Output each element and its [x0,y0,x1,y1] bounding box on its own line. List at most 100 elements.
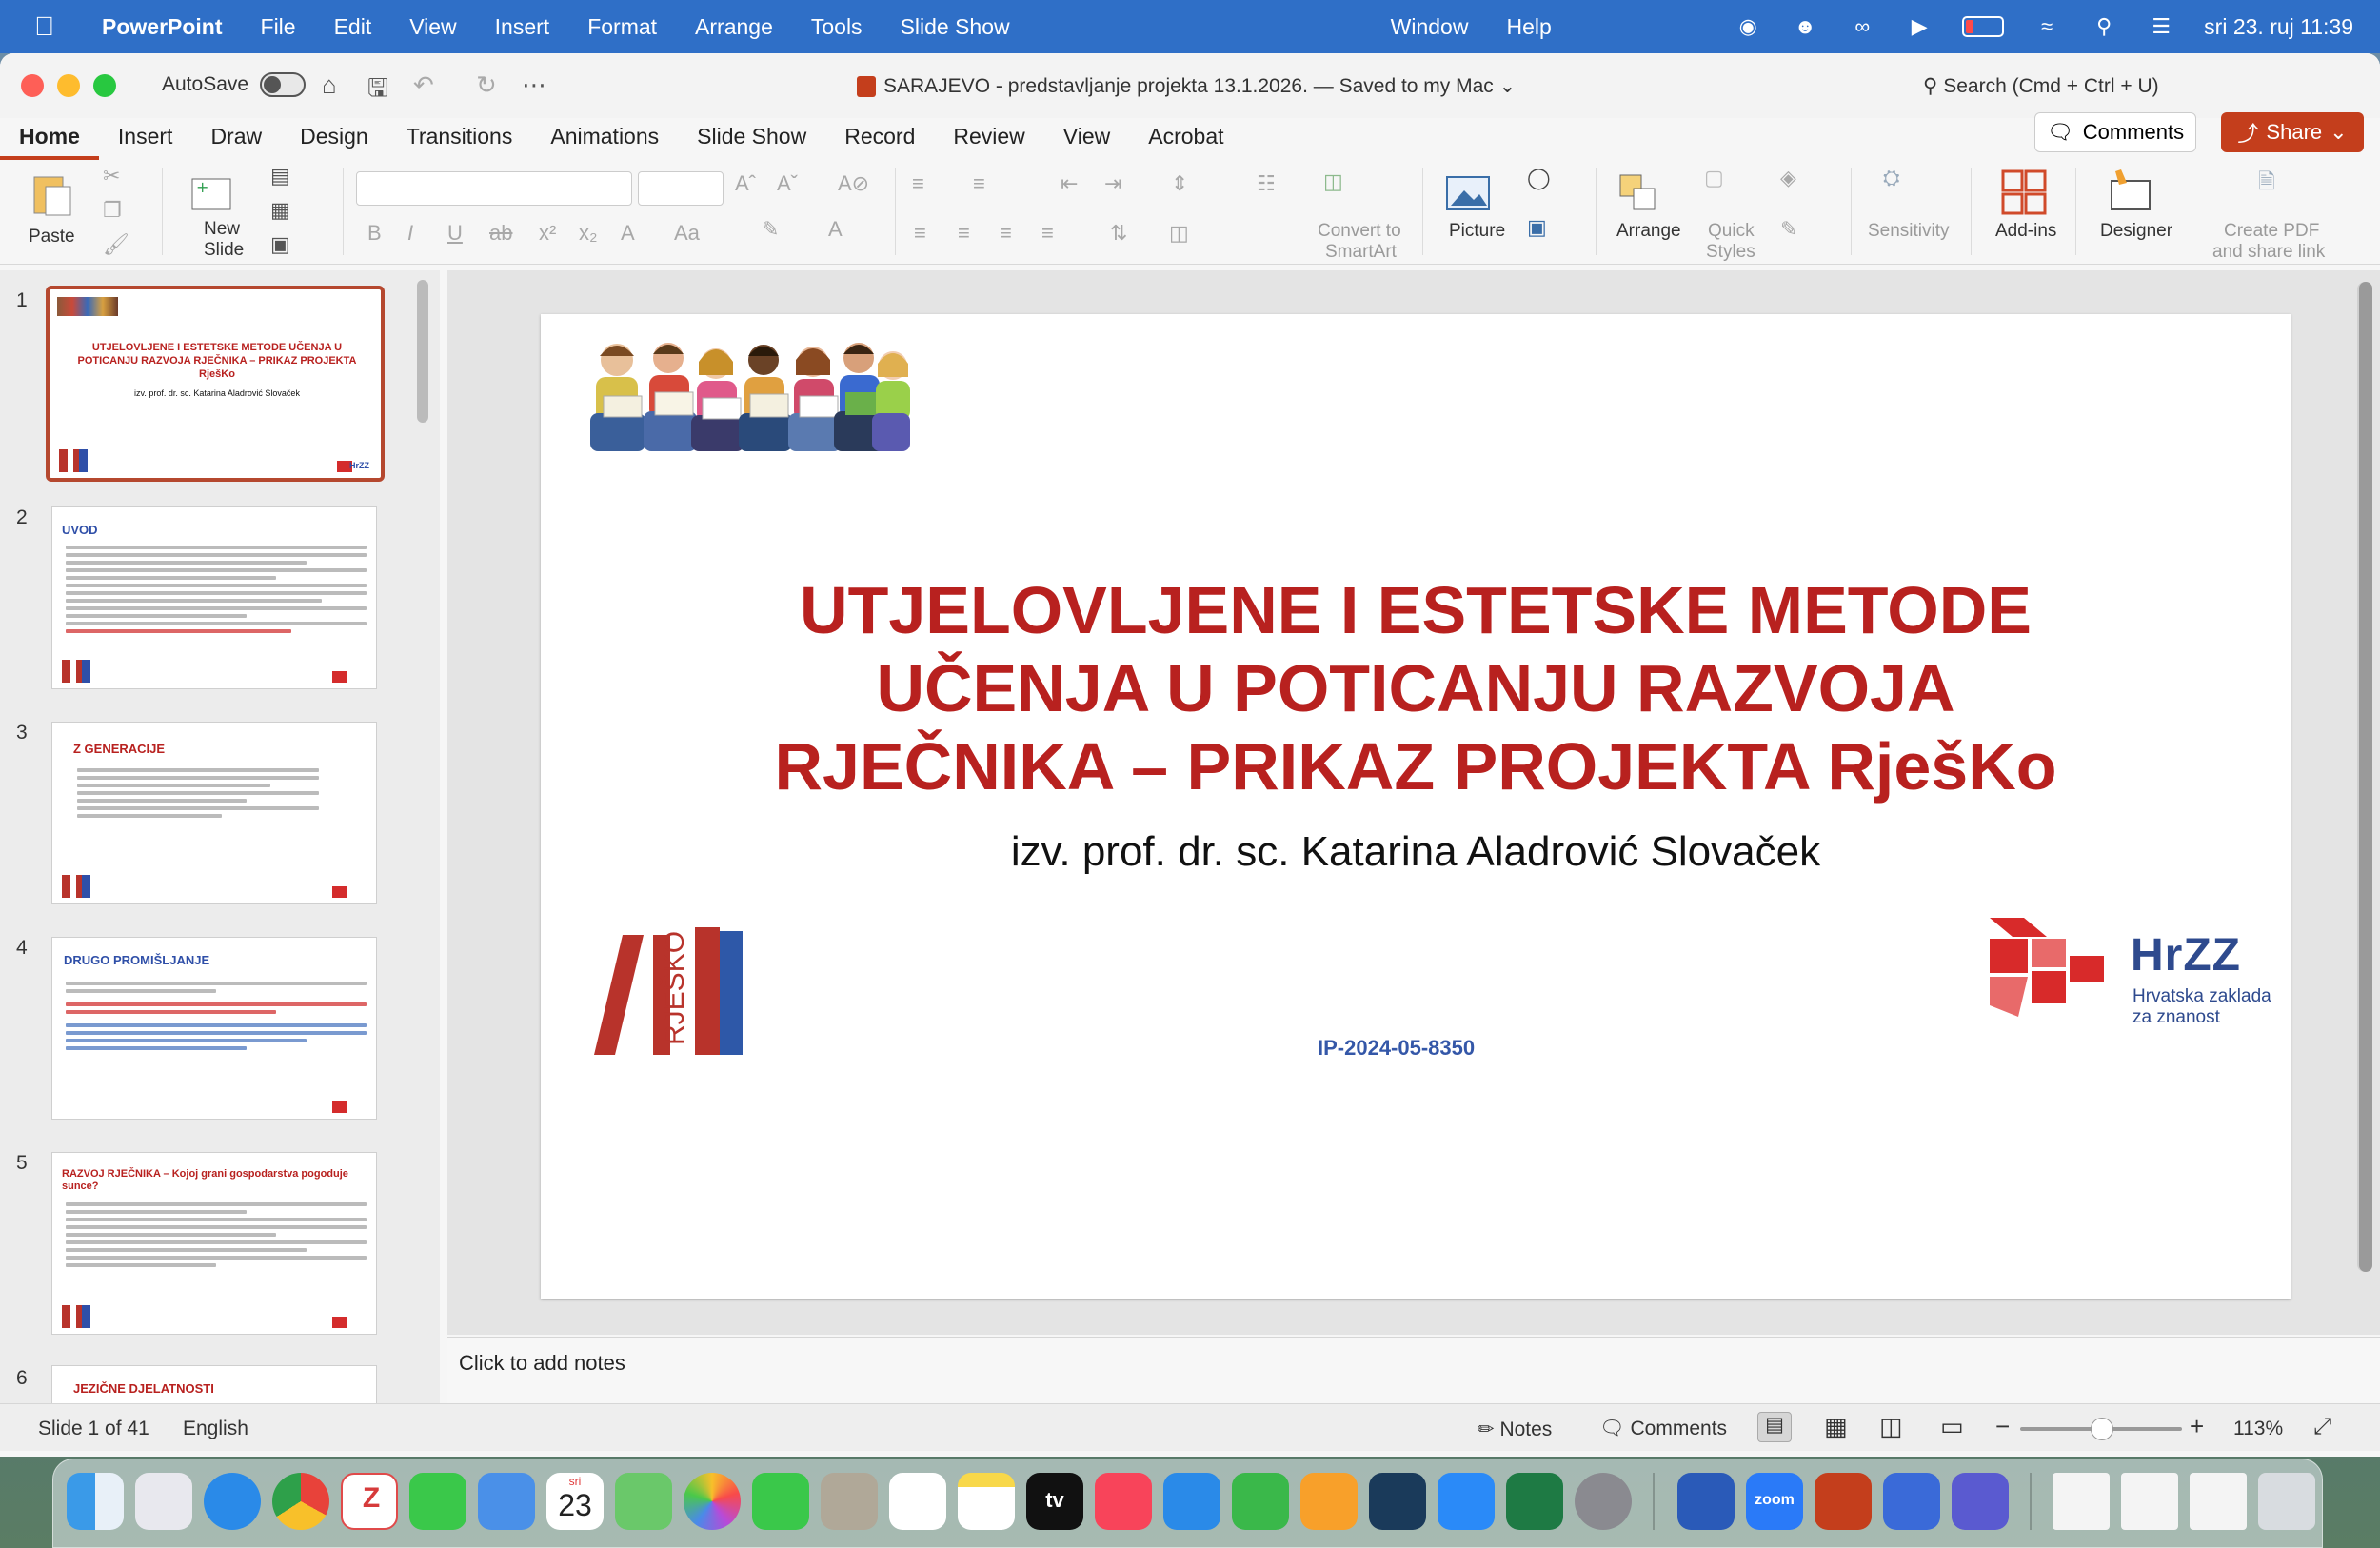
align-right-icon[interactable]: ≡ [1000,221,1012,246]
subscript-button[interactable]: x₂ [579,221,598,246]
trash-icon[interactable] [2258,1473,2315,1530]
align-center-icon[interactable]: ≡ [958,221,970,246]
excel-icon[interactable] [1506,1473,1563,1530]
tab-review[interactable]: Review [934,114,1043,160]
bullets-icon[interactable]: ≡ [912,171,924,196]
wifi-icon[interactable]: ≈ [2033,14,2061,38]
line-spacing-icon[interactable]: ⇕ [1171,171,1188,196]
shape-outline-icon[interactable]: ✎ [1780,217,1797,242]
mail-icon[interactable] [478,1473,535,1530]
quick-styles-icon[interactable]: ▢ [1704,166,1724,190]
sensitivity-icon[interactable]: ⛭ [1883,166,1900,190]
slide-thumbnail-1[interactable]: UTJELOVLJENE I ESTETSKE METODE UČENJA U … [46,286,385,482]
creative-cloud-icon[interactable]: ∞ [1848,14,1876,38]
zoom-level[interactable]: 113% [2233,1418,2283,1440]
menu-tools[interactable]: Tools [792,14,882,40]
pages-icon[interactable] [1300,1473,1358,1530]
smartart-icon[interactable]: ◫ [1323,169,1343,194]
reading-view-icon[interactable]: ◫ [1879,1412,1903,1441]
zoom-slider-handle[interactable] [2091,1418,2113,1440]
minimized-window-3[interactable] [2190,1473,2247,1530]
zoom-in-icon[interactable]: + [2190,1412,2204,1441]
notes-toggle[interactable]: ✏ Notes [1478,1418,1552,1441]
slide-sorter-icon[interactable]: ▦ [1824,1412,1848,1441]
autosave-control[interactable]: AutoSave [162,72,307,97]
save-icon[interactable]: 🖫 [367,70,388,112]
comments-toggle[interactable]: 🗨 Comments [1599,1418,1727,1440]
zoom-window-button[interactable] [93,74,116,97]
clear-format-icon[interactable]: A⊘ [838,171,869,196]
camera-app-icon[interactable] [1883,1473,1940,1530]
slide-thumbnail-5[interactable]: RAZVOJ RJEČNIKA – Kojoj grani gospodarst… [51,1152,377,1335]
contacts-icon[interactable] [821,1473,878,1530]
justify-icon[interactable]: ≡ [1041,221,1054,246]
messages-icon[interactable] [409,1473,466,1530]
format-painter-icon[interactable]: 🖌 [103,232,129,257]
shapes-icon[interactable]: ◯ [1527,166,1551,190]
create-pdf-label-1[interactable]: Create PDF [2224,221,2319,242]
columns-icon[interactable]: ☷ [1257,171,1276,196]
reminders-icon[interactable] [889,1473,946,1530]
align-text-icon[interactable]: ◫ [1169,221,1189,246]
close-window-button[interactable] [21,74,44,97]
reset-icon[interactable]: ▦ [270,198,290,223]
underline-button[interactable]: U [447,221,463,246]
notes-app-icon[interactable] [958,1473,1015,1530]
menubar-clock[interactable]: sri 23. ruj 11:39 [2204,14,2353,40]
highlight-icon[interactable]: ✎ [762,217,779,242]
new-slide-label-2[interactable]: Slide [204,240,244,261]
text-direction-icon[interactable]: ⇅ [1110,221,1127,246]
slide-thumbnail-6[interactable]: JEZIČNE DJELATNOSTI [51,1365,377,1403]
minimized-window-1[interactable] [2053,1473,2110,1530]
keynote-icon[interactable] [1163,1473,1220,1530]
zoom-app-icon[interactable]: zoom [1746,1473,1803,1530]
menu-slide-show[interactable]: Slide Show [882,14,1029,40]
word-icon[interactable] [1677,1473,1735,1530]
clipboard-icon[interactable] [29,171,76,216]
thumbnail-scrollbar[interactable] [417,280,428,423]
minimize-window-button[interactable] [57,74,80,97]
slide-thumbnail-4[interactable]: DRUGO PROMIŠLJANJE [51,937,377,1120]
chrome-icon[interactable] [272,1473,329,1530]
thumbnail-pane[interactable]: 1 UTJELOVLJENE I ESTETSKE METODE UČENJA … [0,270,440,1403]
tab-record[interactable]: Record [825,114,934,160]
share-button[interactable]: ⤴ Share ⌄ [2221,112,2364,152]
freeform-icon[interactable] [1369,1473,1426,1530]
document-title[interactable]: SARAJEVO - predstavljanje projekta 13.1.… [857,74,1516,98]
superscript-button[interactable]: x² [539,221,556,246]
menu-insert[interactable]: Insert [476,14,569,40]
change-case-button[interactable]: Aa [674,221,700,246]
search-field[interactable]: ⚲ Search (Cmd + Ctrl + U) [1923,74,2159,98]
new-slide-label-1[interactable]: New [204,219,240,240]
font-size-dropdown[interactable] [638,171,724,206]
tab-home[interactable]: Home [0,114,99,160]
calendar-icon[interactable]: sri 23 [546,1473,604,1530]
maps-icon[interactable] [615,1473,672,1530]
slide-title[interactable]: UTJELOVLJENE I ESTETSKE METODE UČENJA U … [541,571,2291,805]
increase-font-icon[interactable]: Aˆ [735,171,756,196]
align-left-icon[interactable]: ≡ [914,221,926,246]
increase-indent-icon[interactable]: ⇥ [1104,171,1121,196]
decrease-indent-icon[interactable]: ⇤ [1061,171,1078,196]
decrease-font-icon[interactable]: Aˇ [777,171,798,196]
launchpad-icon[interactable] [135,1473,192,1530]
new-slide-icon[interactable]: + [188,171,236,215]
sensitivity-label[interactable]: Sensitivity [1868,221,1950,242]
slide-1[interactable]: UTJELOVLJENE I ESTETSKE METODE UČENJA U … [541,314,2291,1299]
tab-acrobat[interactable]: Acrobat [1129,114,1242,160]
facetime-icon[interactable] [752,1473,809,1530]
tab-slide-show[interactable]: Slide Show [678,114,825,160]
bold-button[interactable]: B [367,221,382,246]
numbering-icon[interactable]: ≡ [973,171,985,196]
italic-button[interactable]: I [407,221,413,246]
slide-subtitle[interactable]: izv. prof. dr. sc. Katarina Aladrović Sl… [541,828,2291,876]
font-family-dropdown[interactable] [356,171,632,206]
add-ins-icon[interactable] [2001,169,2049,215]
battery-icon[interactable] [1962,16,2005,37]
teams-icon[interactable]: ☻ [1791,14,1819,38]
more-icon[interactable]: ⋯ [522,70,546,100]
quick-styles-label-2[interactable]: Styles [1706,242,1755,263]
arrange-icon[interactable] [1618,171,1666,215]
play-icon[interactable]: ▶ [1905,14,1934,38]
safari-icon[interactable] [204,1473,261,1530]
